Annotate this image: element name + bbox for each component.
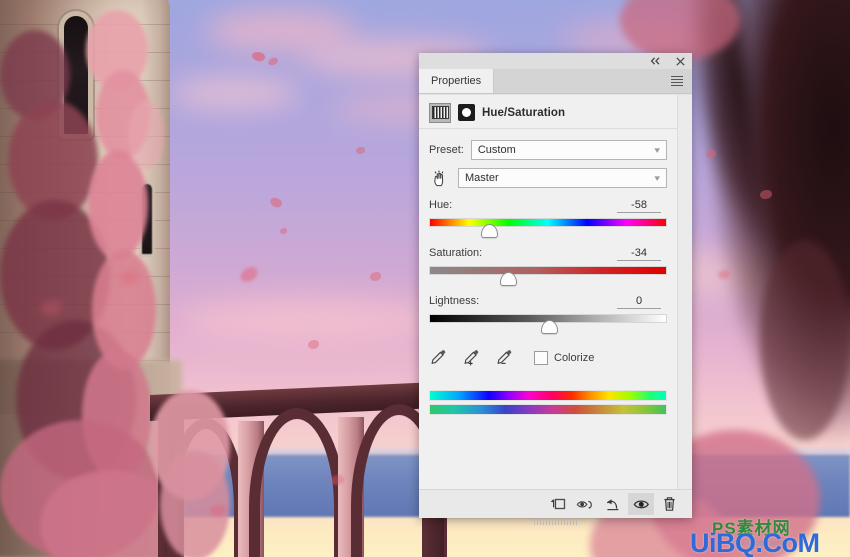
properties-panel: Properties Hue/Saturation Preset: Custom… [419,53,692,525]
tab-properties-label: Properties [431,75,482,87]
targeted-adjustment-hand-icon[interactable] [429,168,451,188]
panel-menu-hamburger-icon[interactable] [666,69,688,93]
panel-content: Hue/Saturation Preset: Custom ▾ Master ▾… [419,95,677,489]
hue-saturation-adjustment-icon[interactable] [429,102,451,123]
panel-body: Hue/Saturation Preset: Custom ▾ Master ▾… [419,94,692,489]
preset-row: Preset: Custom ▾ [429,140,667,160]
lightness-value-input[interactable]: 0 [617,295,661,309]
hue-range-bars [429,390,667,415]
eyedropper-tools-row: Colorize [429,348,667,368]
saturation-slider[interactable] [429,264,667,286]
toggle-visibility-button[interactable] [628,493,654,515]
saturation-track [429,266,667,275]
eyedropper-add-icon[interactable] [462,348,482,368]
hue-slider[interactable] [429,216,667,238]
layer-mask-icon[interactable] [458,104,475,121]
viaduct-pier [338,417,364,557]
panel-title-bar [419,53,692,69]
tree-blossom [760,240,850,440]
hue-label: Hue: [429,199,453,211]
screenshot-root: Properties Hue/Saturation Preset: Custom… [0,0,850,557]
eyedropper-icon[interactable] [429,348,449,368]
saturation-label: Saturation: [429,247,483,259]
channel-row: Master ▾ [429,168,667,188]
panel-resize-grip[interactable] [533,519,578,525]
panel-tab-strip: Properties [419,69,692,94]
lightness-slider-thumb[interactable] [540,320,558,334]
preset-select[interactable]: Custom ▾ [470,140,667,160]
lightness-slider-block: Lightness: 0 [429,295,667,334]
tree-blossom [160,450,230,557]
viaduct-arch [260,419,334,557]
tab-properties[interactable]: Properties [419,69,495,93]
chevron-down-icon: ▾ [654,172,661,183]
view-previous-state-button[interactable] [572,493,598,515]
collapse-double-arrow-icon[interactable] [649,55,662,68]
lightness-slider[interactable] [429,312,667,334]
colorize-control[interactable]: Colorize [534,351,594,365]
channel-select[interactable]: Master ▾ [458,168,667,188]
colorize-checkbox[interactable] [534,351,548,365]
delete-button[interactable] [656,493,682,515]
lightness-label: Lightness: [429,295,480,307]
hue-slider-thumb[interactable] [481,224,498,238]
cloud [170,78,300,108]
eyedropper-subtract-icon[interactable] [495,348,515,368]
clip-to-layer-button[interactable] [544,493,570,515]
saturation-value-input[interactable]: -34 [617,247,661,261]
preset-label: Preset: [429,144,464,156]
panel-side-rail [677,95,692,489]
cloud [180,300,440,340]
adjustment-title: Hue/Saturation [482,106,566,119]
saturation-slider-block: Saturation: -34 [429,247,667,286]
chevron-down-icon: ▾ [654,144,661,155]
blossom-foliage [128,100,164,170]
saturation-slider-thumb[interactable] [500,272,518,286]
tab-strip-filler [494,69,666,93]
colorize-label: Colorize [554,352,595,364]
source-hue-bar[interactable] [429,390,667,401]
adjustment-header: Hue/Saturation [419,95,677,129]
reset-button[interactable] [600,493,626,515]
hue-value-input[interactable]: -58 [617,199,661,213]
hue-slider-block: Hue: -58 [429,199,667,238]
result-hue-bar[interactable] [429,404,667,415]
close-icon[interactable] [674,55,687,68]
hue-track [429,218,667,227]
preset-value: Custom [477,144,516,156]
panel-footer-toolbar [419,489,692,525]
channel-value: Master [465,172,499,184]
